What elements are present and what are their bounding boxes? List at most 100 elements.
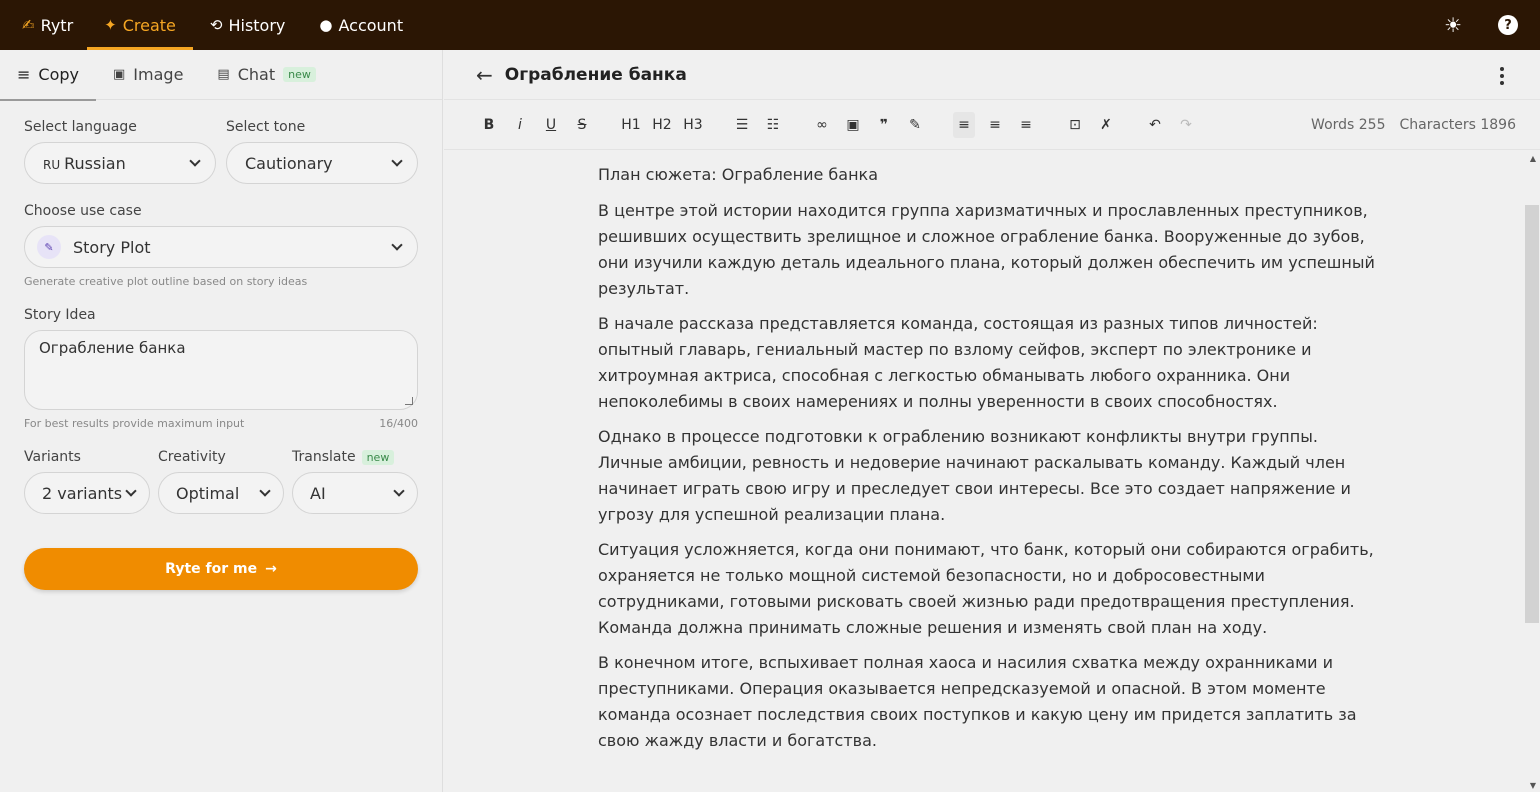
document-stats: Words 255 Characters 1896 xyxy=(1311,100,1516,150)
left-panel: ≡ Copy ▣ Image ▤ Chat new Select languag… xyxy=(0,50,443,792)
creativity-label: Creativity xyxy=(158,449,226,465)
more-menu-icon[interactable] xyxy=(1500,67,1504,85)
story-idea-value: Ограбление банка xyxy=(39,339,186,357)
nav-history[interactable]: ⟲ History xyxy=(193,0,303,50)
paragraph: Однако в процессе подготовки к ограблени… xyxy=(598,427,1351,524)
link-icon[interactable]: ∞ xyxy=(811,112,833,138)
variants-value: 2 variants xyxy=(42,483,123,503)
story-plot-icon: ✎ xyxy=(37,235,61,259)
tab-chat-label: Chat xyxy=(237,65,276,84)
paragraph: В конечном итоге, вспыхивает полная хаос… xyxy=(598,653,1357,750)
new-badge: new xyxy=(283,67,316,82)
paragraph: В начале рассказа представляется команда… xyxy=(598,314,1318,411)
resize-handle-icon[interactable] xyxy=(405,397,413,405)
user-icon: ● xyxy=(319,15,333,34)
mode-tabs: ≡ Copy ▣ Image ▤ Chat new xyxy=(0,50,442,101)
top-navbar: ✍ Rytr ✦ Create ⟲ History ● Account ☀ ? xyxy=(0,0,1540,50)
numbered-list-icon[interactable]: ☷ xyxy=(762,112,784,138)
word-count: Words 255 xyxy=(1311,117,1386,133)
paragraph: План сюжета: Ограбление банка xyxy=(598,165,879,184)
brand-logo[interactable]: ✍ Rytr xyxy=(0,0,87,50)
paragraph: Ситуация усложняется, когда они понимают… xyxy=(598,540,1374,637)
document-title: Ограбление банка xyxy=(504,64,687,85)
editor-panel: ← Ограбление банка B i U S H1 H2 H3 ☰ ☷ … xyxy=(444,50,1540,792)
scrollbar-thumb[interactable] xyxy=(1525,205,1539,623)
italic-button[interactable]: i xyxy=(509,112,531,138)
document-header: ← Ограбление банка xyxy=(444,50,1540,100)
editor-toolbar: B i U S H1 H2 H3 ☰ ☷ ∞ ▣ ❞ ✎ ≡ ≡ ≡ ⊡ ✗ ↶… xyxy=(444,100,1540,150)
story-idea-input[interactable]: Ограбление банка xyxy=(24,330,418,410)
brand-name: Rytr xyxy=(40,15,74,35)
translate-label: Translate xyxy=(292,449,356,465)
language-value: Russian xyxy=(64,153,126,173)
character-count: Characters 1896 xyxy=(1399,117,1517,133)
highlight-pen-icon[interactable]: ✎ xyxy=(904,112,926,138)
heading2-button[interactable]: H2 xyxy=(651,112,673,138)
tab-image-label: Image xyxy=(133,65,184,84)
chevron-down-icon xyxy=(125,485,137,497)
lines-icon: ≡ xyxy=(17,65,31,84)
quote-icon[interactable]: ❞ xyxy=(873,112,895,138)
chat-icon: ▤ xyxy=(217,67,230,82)
ryte-for-me-label: Ryte for me xyxy=(165,561,258,577)
nav-account-label: Account xyxy=(338,15,404,35)
usecase-select[interactable]: ✎ Story Plot xyxy=(24,226,418,268)
chevron-down-icon xyxy=(189,155,201,167)
scroll-up-icon[interactable]: ▲ xyxy=(1530,154,1536,163)
heading1-button[interactable]: H1 xyxy=(620,112,642,138)
redo-icon[interactable]: ↷ xyxy=(1175,112,1197,138)
language-select[interactable]: RU Russian xyxy=(24,142,216,184)
story-idea-label: Story Idea xyxy=(24,307,96,323)
help-icon[interactable]: ? xyxy=(1498,15,1518,35)
translate-select[interactable]: AI xyxy=(292,472,418,514)
rytr-logo-icon: ✍ xyxy=(22,15,35,34)
back-arrow-icon[interactable]: ← xyxy=(476,63,493,87)
nav-create-label: Create xyxy=(122,15,176,35)
usecase-value: Story Plot xyxy=(73,237,151,257)
sparkle-icon: ✦ xyxy=(104,15,117,34)
creativity-select[interactable]: Optimal xyxy=(158,472,284,514)
tab-image[interactable]: ▣ Image xyxy=(96,50,200,100)
usecase-hint: Generate creative plot outline based on … xyxy=(24,275,308,288)
sun-icon[interactable]: ☀ xyxy=(1444,15,1462,35)
image-icon: ▣ xyxy=(113,67,126,82)
translate-value: AI xyxy=(310,483,326,503)
tab-copy-label: Copy xyxy=(38,65,79,84)
image-insert-icon[interactable]: ▣ xyxy=(842,112,864,138)
scroll-down-icon[interactable]: ▼ xyxy=(1530,781,1536,790)
usecase-label: Choose use case xyxy=(24,203,142,219)
clear-format-icon[interactable]: ✗ xyxy=(1095,112,1117,138)
tone-label: Select tone xyxy=(226,119,306,135)
arrow-right-icon: → xyxy=(265,561,277,577)
chevron-down-icon xyxy=(393,485,405,497)
chevron-down-icon xyxy=(391,155,403,167)
nav-account[interactable]: ● Account xyxy=(302,0,420,50)
new-badge: new xyxy=(361,449,395,465)
ryte-for-me-button[interactable]: Ryte for me → xyxy=(24,548,418,590)
align-center-icon[interactable]: ≡ xyxy=(984,112,1006,138)
tab-copy[interactable]: ≡ Copy xyxy=(0,50,96,101)
embed-icon[interactable]: ⊡ xyxy=(1064,112,1086,138)
strikethrough-button[interactable]: S xyxy=(571,112,593,138)
underline-button[interactable]: U xyxy=(540,112,562,138)
creativity-value: Optimal xyxy=(176,483,240,503)
undo-icon[interactable]: ↶ xyxy=(1144,112,1166,138)
align-left-icon[interactable]: ≡ xyxy=(953,111,975,138)
bold-button[interactable]: B xyxy=(478,112,500,138)
history-icon: ⟲ xyxy=(209,15,223,34)
heading3-button[interactable]: H3 xyxy=(682,112,704,138)
idea-hint: For best results provide maximum input xyxy=(24,417,245,430)
nav-create[interactable]: ✦ Create xyxy=(87,0,193,50)
tab-chat[interactable]: ▤ Chat new xyxy=(200,50,332,100)
tone-select[interactable]: Cautionary xyxy=(226,142,418,184)
align-right-icon[interactable]: ≡ xyxy=(1015,112,1037,138)
bullet-list-icon[interactable]: ☰ xyxy=(731,112,753,138)
generation-form: Select language RU Russian Select tone Ca… xyxy=(0,119,442,590)
document-content[interactable]: План сюжета: Ограбление банка В центре э… xyxy=(598,162,1378,763)
tone-value: Cautionary xyxy=(245,153,333,173)
nav-history-label: History xyxy=(228,15,286,35)
chevron-down-icon xyxy=(259,485,271,497)
variants-label: Variants xyxy=(24,449,81,465)
variants-select[interactable]: 2 variants xyxy=(24,472,150,514)
scrollbar[interactable]: ▲ ▼ xyxy=(1524,150,1540,792)
